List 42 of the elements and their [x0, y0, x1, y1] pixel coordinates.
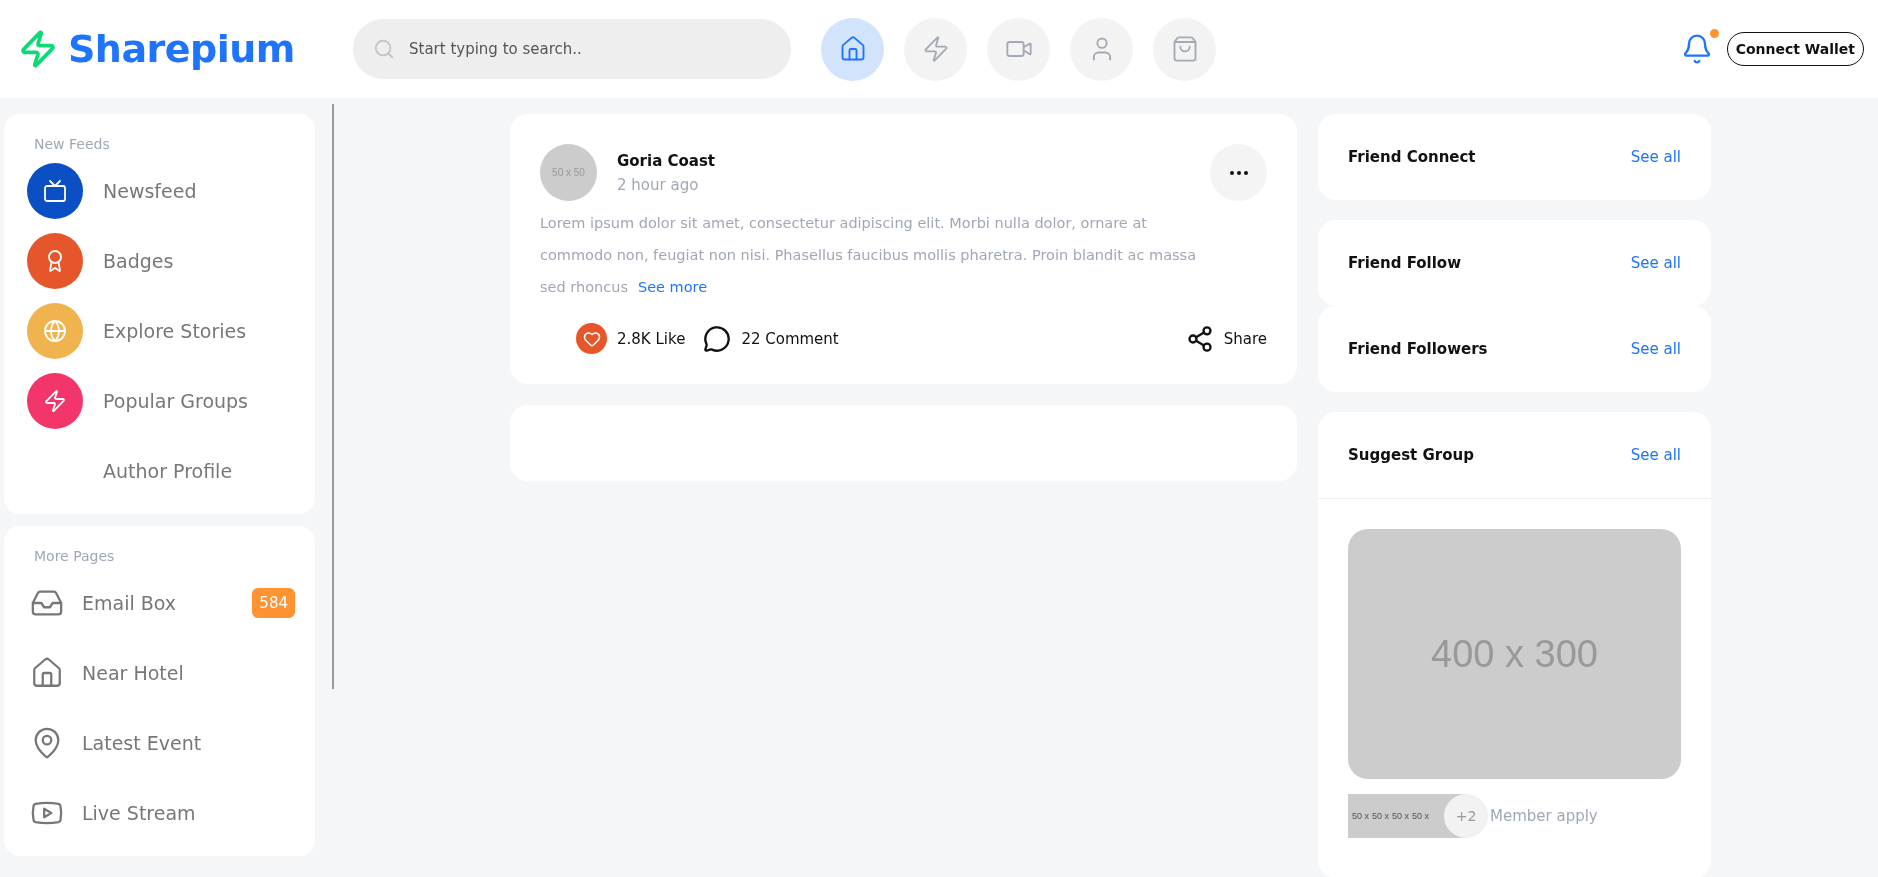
sidebar-item[interactable]: Latest Event: [4, 708, 315, 778]
house-icon: [30, 656, 64, 690]
post-time: 2 hour ago: [617, 175, 700, 194]
widget-title: Suggest Group: [1348, 446, 1474, 464]
speech-bubble-icon: [703, 324, 732, 353]
share-icon: [1185, 324, 1214, 353]
logo-text: Sharepium: [68, 27, 295, 71]
extra-members-count: +2: [1444, 794, 1488, 838]
search-icon: [373, 38, 395, 60]
sidebar-item[interactable]: Popular Groups: [4, 366, 315, 436]
sidebar-item[interactable]: Badges: [4, 226, 315, 296]
see-all-link[interactable]: See all: [1630, 446, 1681, 464]
sidebar-item[interactable]: Live Stream: [4, 778, 315, 848]
widget-title: Friend Followers: [1348, 340, 1488, 358]
member-avatar: 50 x: [1352, 811, 1369, 821]
comment-button[interactable]: 22 Comment: [703, 324, 839, 353]
widget-title: Friend Follow: [1348, 254, 1462, 272]
see-all-link[interactable]: See all: [1630, 254, 1681, 272]
more-icon: [1229, 170, 1248, 175]
section-title: New Feeds: [33, 136, 111, 152]
member-avatar: 50 x: [1412, 811, 1430, 821]
see-all-link[interactable]: See all: [1630, 148, 1681, 166]
sidebar-item[interactable]: Explore Stories: [4, 296, 315, 366]
sidebar-item[interactable]: Author Profile: [4, 436, 315, 506]
post-text: Lorem ipsum dolor sit amet, consectetur adipiscing elit. Morbi nulla dolor, ornare at commodo non, feugiat non nisi. Phasellus faucibus mollis pharetra. Proin blandit ac massa sed rhoncus See more: [540, 214, 1198, 297]
see-more-link[interactable]: See more: [637, 279, 708, 295]
sidebar-item[interactable]: Newsfeed: [4, 156, 315, 226]
member-avatar: 50 x: [1392, 811, 1410, 821]
like-button[interactable]: 2.8K Like: [576, 323, 686, 354]
section-title: More Pages: [33, 548, 116, 564]
sidebar-item[interactable]: Email Box 584: [4, 568, 315, 638]
lightning-logo-icon: [18, 29, 58, 69]
author-name: Goria Coast: [617, 151, 716, 170]
member-avatar: 50 x: [1372, 811, 1390, 821]
search-field[interactable]: Start typing to search..: [353, 19, 791, 79]
count-badge: 584: [252, 588, 295, 618]
member-apply-text: Member apply: [1490, 807, 1598, 825]
connect-wallet-button[interactable]: Connect Wallet: [1726, 32, 1864, 66]
see-all-link[interactable]: See all: [1630, 340, 1681, 358]
share-button[interactable]: Share: [1185, 324, 1267, 353]
sidebar-item[interactable]: Near Hotel: [4, 638, 315, 708]
widget-title: Friend Connect: [1348, 148, 1476, 166]
